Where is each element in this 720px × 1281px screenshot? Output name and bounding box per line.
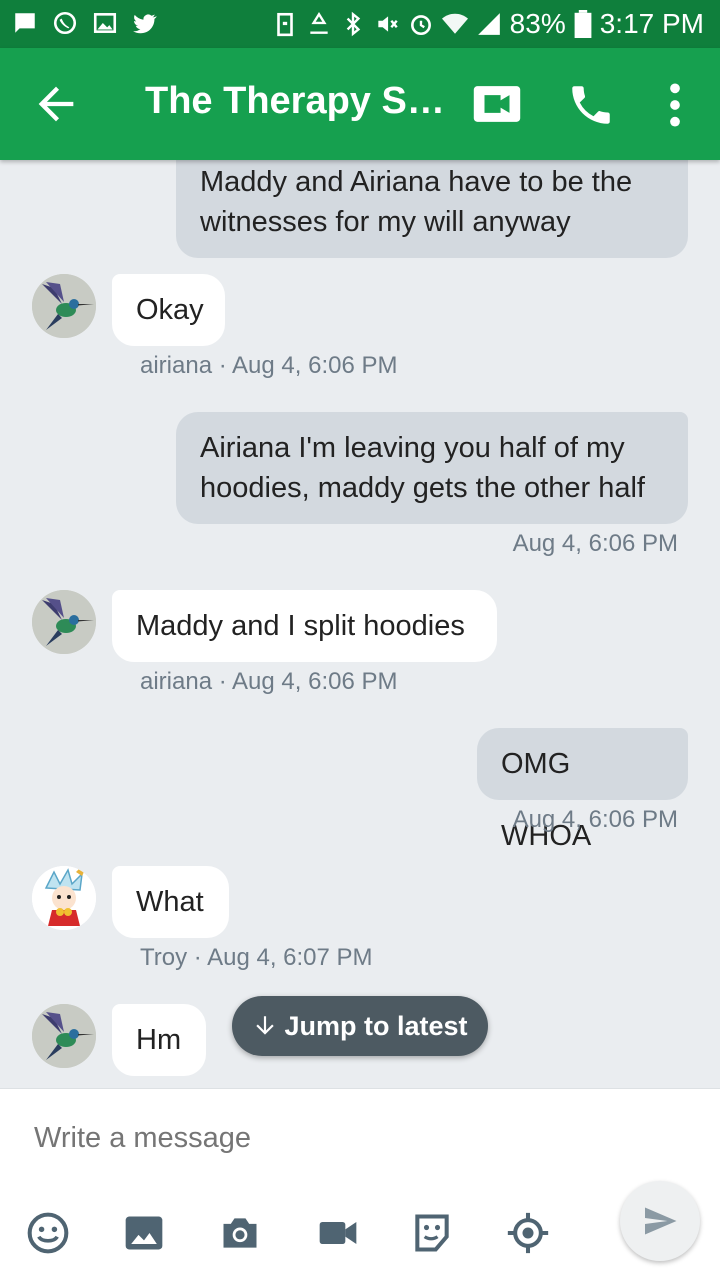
hummingbird-avatar-icon [32, 590, 96, 654]
battery-icon [574, 10, 592, 38]
signal-icon [477, 13, 500, 35]
hummingbird-avatar-icon [32, 274, 96, 338]
message-composer [0, 1088, 720, 1281]
send-button[interactable] [620, 1181, 700, 1261]
message-input[interactable] [32, 1117, 576, 1159]
send-icon [645, 1207, 677, 1235]
message-bubble[interactable]: What [112, 866, 229, 938]
camera-icon[interactable] [218, 1211, 262, 1255]
message-bubble[interactable]: Maddy and Airiana have to be the witness… [176, 160, 688, 258]
hummingbird-avatar-icon [32, 1004, 96, 1068]
twitter-icon [133, 14, 157, 34]
avatar[interactable] [32, 590, 96, 654]
message-text: OMG WHOA [501, 748, 592, 852]
message-bubble[interactable]: Airiana I'm leaving you half of my hoodi… [176, 412, 688, 524]
message-bubble[interactable]: Maddy and I split hoodies [112, 590, 497, 662]
avatar[interactable] [32, 866, 96, 930]
message-meta: Aug 4, 6:06 PM [512, 530, 678, 557]
jump-to-latest-label: Jump to latest [284, 1010, 468, 1041]
emoji-icon[interactable] [26, 1211, 70, 1255]
message-list[interactable]: Maddy and Airiana have to be the witness… [0, 160, 720, 1088]
battery-percent: 83% [509, 8, 566, 39]
message-meta: airiana · Aug 4, 6:06 PM [140, 352, 398, 379]
whatsapp-icon [53, 11, 77, 35]
arrow-down-icon [256, 1016, 275, 1035]
message-text-line: hoodies, maddy gets the other half [200, 472, 645, 504]
video-icon[interactable] [316, 1211, 360, 1255]
conversation-title[interactable]: The Therapy Se... [145, 80, 450, 123]
message-meta: airiana · Aug 4, 6:06 PM [140, 668, 398, 695]
mute-icon [378, 16, 398, 32]
avatar[interactable] [32, 1004, 96, 1068]
message-bubble[interactable]: Okay [112, 274, 225, 346]
gallery-icon [93, 13, 117, 33]
message-text: Hm [136, 1024, 182, 1056]
message-bubble[interactable]: OMG WHOA [477, 728, 688, 852]
battery-saver-icon [276, 12, 293, 37]
app-bar: The Therapy Se... [0, 48, 720, 160]
bluetooth-icon [346, 11, 360, 37]
message-text-line: Airiana I'm leaving you half of my [200, 432, 625, 464]
back-arrow-icon[interactable] [30, 78, 82, 130]
cartoon-avatar-icon [32, 866, 96, 930]
message-text-line: witnesses for my will anyway [200, 206, 571, 238]
message-text: Okay [136, 294, 204, 326]
avatar[interactable] [32, 274, 96, 338]
location-icon[interactable] [506, 1211, 550, 1255]
video-call-icon[interactable] [472, 82, 522, 126]
message-text: What [136, 886, 204, 918]
message-bubble[interactable]: Hm [112, 1004, 206, 1076]
sticker-icon[interactable] [410, 1211, 454, 1255]
status-time: 3:17 PM [599, 8, 704, 39]
message-text-line: Maddy and Airiana have to be the [200, 166, 633, 198]
more-vert-icon[interactable] [660, 80, 690, 130]
jump-to-latest-button[interactable]: Jump to latest [232, 996, 488, 1056]
status-bar: 83% 3:17 PM [0, 0, 720, 48]
image-icon[interactable] [122, 1211, 166, 1255]
phone-icon[interactable] [566, 80, 616, 130]
wifi-icon [441, 13, 468, 34]
message-meta: Aug 4, 6:06 PM [512, 806, 678, 833]
message-text: Maddy and I split hoodies [136, 610, 465, 642]
message-icon [15, 13, 35, 33]
alarm-icon [410, 15, 431, 36]
message-meta: Troy · Aug 4, 6:07 PM [140, 944, 373, 971]
recycle-icon [310, 12, 328, 34]
